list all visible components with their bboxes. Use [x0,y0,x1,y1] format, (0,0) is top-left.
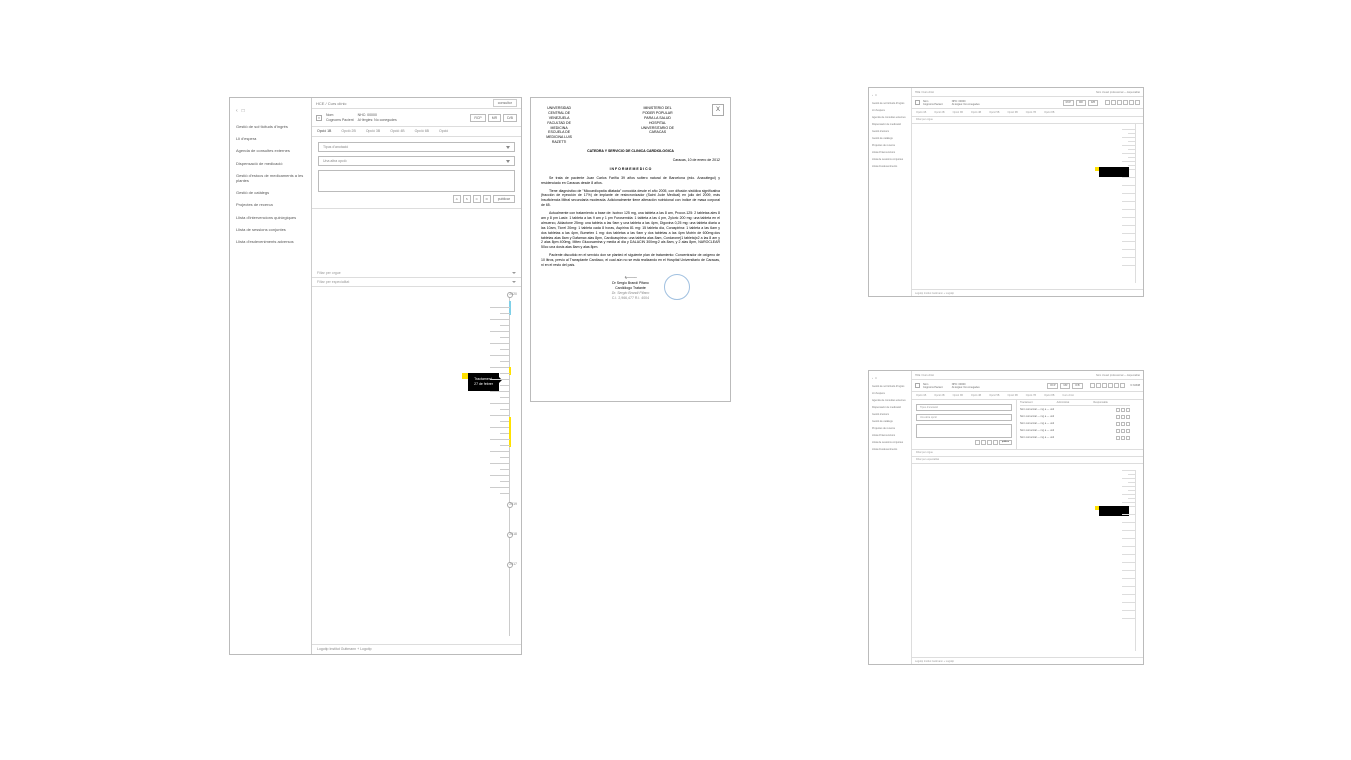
tab[interactable]: Opció 6B [410,127,434,136]
sidebar-item[interactable]: Gestió de sol·licituds d'ingrés [236,124,305,129]
breadcrumb: HCE / Curs clínic [316,101,346,106]
badge-db[interactable]: D/B [503,114,517,122]
patient-alergies: Al·lèrgies: No conegudes [358,118,397,123]
sidebar-item[interactable]: Lli d'espera [236,136,305,141]
main-app-window: ‹ □ Gestió de sol·licituds d'ingrés Lli … [229,97,522,655]
doc-paragraph: Tiene diagnóstico de "Miocardiopatía dil… [541,189,720,209]
doc-date: Caracas, 10 de enero de 2012 [541,158,720,163]
doc-paragraph: Actualmente con tratamiento a base de: I… [541,211,720,250]
timeline-tick [490,307,510,308]
footer: Logotip Institut Guttmann + Logotip [312,644,521,654]
patient-header: ▾ Nom Cognoms Pacient NHC: 00000 Al·lèrg… [312,109,521,127]
filter-orgue-dropdown[interactable]: Filtar per orgue [312,269,521,278]
timeline-year-label: 2019 [509,502,517,506]
tab[interactable]: Opció [434,127,453,136]
tipus-dropdown[interactable]: Tipus d'anotació [318,142,515,152]
format-button[interactable]: D [483,195,491,203]
doc-signature: ✎──── Dr Sergio Brandi Pifano Cardiólogo… [541,276,720,300]
thumbnail-window-2: ‹□ Gestió de sol·licituds d'ingrés Lli d… [868,370,1144,665]
close-button[interactable]: X [712,104,724,116]
sidebar-item[interactable]: Llista d'intervencions quirúrgiques [236,215,305,220]
note-textarea[interactable] [318,170,515,192]
filter-especialitat-dropdown[interactable]: Filtar per especialitat [312,278,521,287]
tab[interactable]: Opció 2B [336,127,360,136]
collapse-icon[interactable]: ▾ [316,115,322,121]
sidebar-item[interactable]: Llista de sessions conjuntes [236,227,305,232]
badge-mr[interactable]: MR [488,114,501,122]
timeline-year-label: 2020 [509,292,517,296]
breadcrumb-bar: HCE / Curs clínic consultor [312,98,521,109]
timeline[interactable]: 2020 Tractament 27 de febrer [312,287,521,644]
filter-area: Filtar per orgue Filtar per especialitat [312,269,521,287]
tab[interactable]: Opció 1B [312,127,336,136]
sidebar-item[interactable]: Gestió de catàlegs [236,190,305,195]
badge-rcp[interactable]: RCP [470,114,485,122]
content-area: HCE / Curs clínic consultor ▾ Nom Cognom… [311,98,521,654]
sidebar: ‹ □ Gestió de sol·licituds d'ingrés Lli … [230,98,311,654]
doc-department: CATEDRA Y SERVICIO DE CLINICA CARDIOLOGI… [541,149,720,154]
doc-paragraph: Se trata de paciente Juan Carlos Fariña … [541,176,720,186]
altra-dropdown[interactable]: Una altra opció [318,156,515,166]
publicar-button[interactable]: publicar [493,195,515,203]
tab[interactable]: Opció 3B [361,127,385,136]
format-button[interactable]: C [473,195,481,203]
square-icon[interactable]: □ [242,108,245,114]
tabs: Opció 1B Opció 2B Opció 3B Opció 4B Opci… [312,127,521,137]
tooltip-color-icon [462,373,468,379]
timeline-year-label: 2017 [509,562,517,566]
doc-paragraph: Paciente discutido en el servicio don se… [541,253,720,268]
sidebar-item[interactable]: Agenda de consultes externes [236,148,305,153]
doc-title: I N F O R M E M E D I C O [541,167,720,172]
timeline-year-label: 2018 [509,532,517,536]
stamp-icon [664,274,690,300]
format-button[interactable]: A [453,195,461,203]
sidebar-item[interactable]: Gestió d'estocs de medicaments a les pla… [236,173,305,183]
tooltip-date: 27 de febrer [474,382,493,387]
sidebar-item[interactable]: Dispensació de medicació [236,161,305,166]
timeline-tooltip: Tractament 27 de febrer [468,373,499,391]
patient-cognoms: Cognoms Pacient [326,118,354,123]
thumb-sidebar: ‹□ Gestió de sol·licituds d'ingrés Lli d… [869,88,911,296]
back-icon[interactable]: ‹ [236,108,238,114]
thumbnail-window-1: ‹□ Gestió de sol·licituds d'ingrés Lli d… [868,87,1144,297]
consultor-button[interactable]: consultor [493,99,517,107]
format-button[interactable]: S [463,195,471,203]
sidebar-item[interactable]: Projectes de recerca [236,202,305,207]
timeline-axis [509,295,510,636]
thumb-timeline: Filtar per orgue [912,117,1143,289]
thumb-sidebar: ‹□ Gestió de sol·licituds d'ingrés Lli d… [869,371,911,664]
form-area: Tipus d'anotació Una altra opció A S C D… [312,137,521,209]
document-overlay: X UNIVERSIDAD CENTRAL DE VENEZUELAFACULT… [530,97,731,402]
doc-header-left: UNIVERSIDAD CENTRAL DE VENEZUELAFACULTAD… [541,106,622,145]
thumb-table: TractamentAdministratResponsable Nom com… [1020,400,1130,449]
sidebar-item[interactable]: Llista d'esdeveniments adversos [236,239,305,244]
tab[interactable]: Opció 4B [385,127,409,136]
doc-header-right: MINISTERIO DEL PODER POPULAR PARA LA SAL… [639,106,720,145]
